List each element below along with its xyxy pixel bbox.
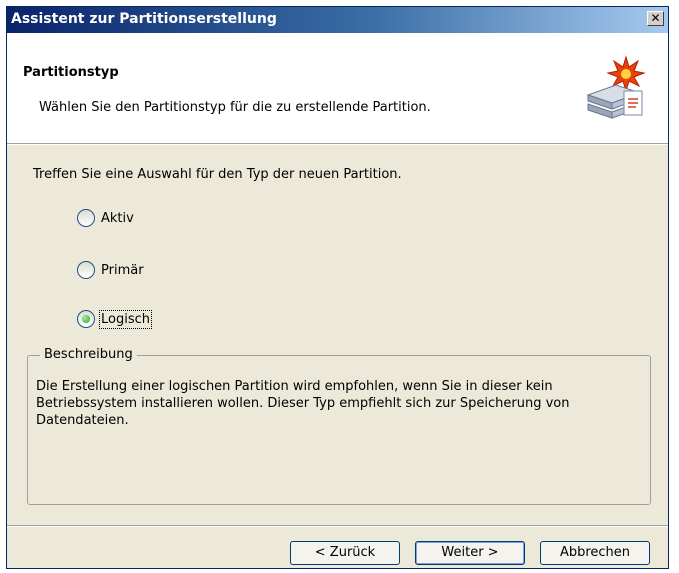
description-group: Beschreibung Die Erstellung einer logisc… <box>27 347 651 505</box>
wizard-header: Partitionstyp Wählen Sie den Partitionst… <box>7 33 668 143</box>
wizard-window: Assistent zur Partitionserstellung ✕ Par… <box>6 6 669 569</box>
page-title: Partitionstyp <box>23 65 119 80</box>
radio-aktiv[interactable] <box>77 209 95 227</box>
option-aktiv[interactable]: Aktiv <box>77 207 134 229</box>
option-aktiv-label[interactable]: Aktiv <box>101 211 134 226</box>
back-button[interactable]: < Zurück <box>290 541 400 565</box>
option-primaer[interactable]: Primär <box>77 259 144 281</box>
disk-wizard-icon <box>586 55 646 119</box>
close-button[interactable]: ✕ <box>647 11 664 26</box>
radio-primaer[interactable] <box>77 261 95 279</box>
option-logisch[interactable]: Logisch <box>77 308 152 330</box>
page-subtitle: Wählen Sie den Partitionstyp für die zu … <box>39 100 431 115</box>
option-primaer-label[interactable]: Primär <box>101 263 144 278</box>
next-button[interactable]: Weiter > <box>415 541 525 565</box>
close-icon: ✕ <box>650 11 661 25</box>
cancel-button[interactable]: Abbrechen <box>540 541 650 565</box>
description-legend: Beschreibung <box>40 347 137 362</box>
footer-divider <box>7 525 668 527</box>
radio-logisch[interactable] <box>77 310 95 328</box>
option-logisch-label[interactable]: Logisch <box>99 309 152 329</box>
window-title: Assistent zur Partitionserstellung <box>11 11 277 27</box>
description-text: Die Erstellung einer logischen Partition… <box>36 379 570 428</box>
header-divider <box>7 143 668 145</box>
selection-prompt: Treffen Sie eine Auswahl für den Typ der… <box>33 167 402 182</box>
title-bar[interactable]: Assistent zur Partitionserstellung ✕ <box>7 7 668 33</box>
